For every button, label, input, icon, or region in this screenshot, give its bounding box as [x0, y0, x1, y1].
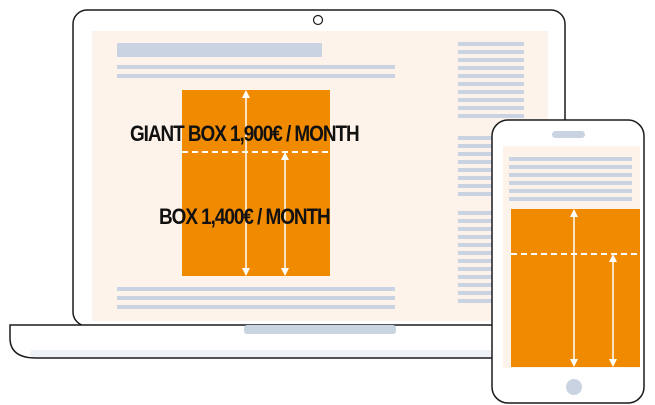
- text-line: [509, 189, 632, 193]
- device-mockup-diagram: [9, 9, 645, 404]
- text-line: [117, 305, 395, 309]
- laptop: [9, 9, 566, 359]
- text-line: [509, 157, 632, 161]
- ad-box-area: [511, 209, 640, 367]
- text-line: [509, 165, 632, 169]
- sidebar-line: [458, 114, 524, 118]
- trackpad-notch: [244, 325, 396, 334]
- sidebar-line: [458, 82, 524, 86]
- phone: [491, 119, 645, 404]
- sidebar-line: [458, 50, 524, 54]
- sidebar-line: [458, 58, 524, 62]
- speaker-icon: [552, 131, 585, 138]
- sidebar-line: [458, 42, 524, 46]
- phone-ad-box: [511, 209, 640, 367]
- sidebar-line: [458, 66, 524, 70]
- sidebar-line: [458, 106, 524, 110]
- text-line: [509, 181, 632, 185]
- laptop-base-shadow: [30, 350, 525, 357]
- giant-box-price-label: GIANT BOX 1,900€ / MONTH: [130, 121, 360, 146]
- text-line: [117, 65, 395, 69]
- sidebar-line: [458, 90, 524, 94]
- sidebar-line: [458, 98, 524, 102]
- laptop-ad-box: [182, 90, 330, 276]
- box-price-label: BOX 1,400€ / MONTH: [159, 204, 331, 229]
- text-line: [117, 287, 395, 291]
- sidebar-line: [458, 74, 524, 78]
- text-line: [117, 296, 395, 300]
- webcam-icon: [312, 14, 324, 26]
- text-line: [509, 197, 632, 201]
- page-heading-bar: [117, 43, 322, 57]
- text-line: [509, 173, 632, 177]
- home-button-icon: [566, 379, 582, 395]
- ad-box-area: [182, 90, 330, 276]
- text-line: [117, 74, 395, 78]
